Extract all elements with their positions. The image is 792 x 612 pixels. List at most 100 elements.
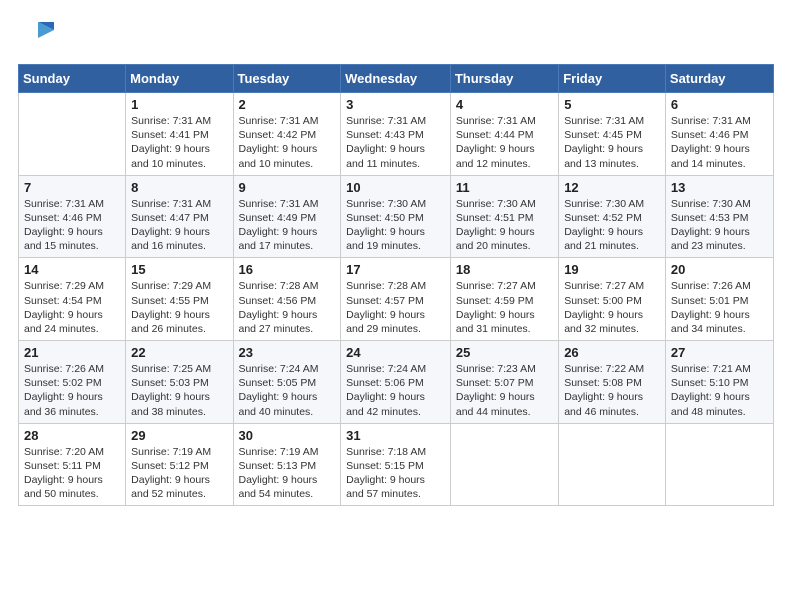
day-info: Sunrise: 7:20 AMSunset: 5:11 PMDaylight:…	[24, 445, 120, 502]
day-number: 7	[24, 180, 120, 195]
calendar-cell: 31Sunrise: 7:18 AMSunset: 5:15 PMDayligh…	[341, 423, 451, 506]
day-number: 30	[239, 428, 336, 443]
calendar-cell: 23 Sunrise: 7:24 AMSunset: 5:05 PMDayligh…	[233, 341, 341, 424]
calendar-cell	[19, 93, 126, 176]
day-info: Sunrise: 7:30 AMSunset: 4:52 PMDaylight:…	[564, 197, 660, 254]
week-row-4: 21 Sunrise: 7:26 AMSunset: 5:02 PMDayligh…	[19, 341, 774, 424]
day-info: Sunrise: 7:31 AMSunset: 4:49 PMDaylight:…	[239, 197, 336, 254]
day-number: 5	[564, 97, 660, 112]
day-number: 17	[346, 262, 445, 277]
day-info: Sunrise: 7:28 AMSunset: 4:56 PMDaylight:…	[239, 279, 336, 336]
calendar-cell: 13 Sunrise: 7:30 AMSunset: 4:53 PMDayligh…	[665, 175, 773, 258]
day-number: 4	[456, 97, 553, 112]
day-number: 27	[671, 345, 768, 360]
day-number: 10	[346, 180, 445, 195]
day-info: Sunrise: 7:30 AMSunset: 4:51 PMDaylight:…	[456, 197, 553, 254]
day-info: Sunrise: 7:26 AMSunset: 5:01 PMDaylight:…	[671, 279, 768, 336]
day-number: 19	[564, 262, 660, 277]
logo-icon	[18, 18, 54, 54]
day-number: 21	[24, 345, 120, 360]
day-number: 20	[671, 262, 768, 277]
calendar-cell: 10 Sunrise: 7:30 AMSunset: 4:50 PMDayligh…	[341, 175, 451, 258]
day-info: Sunrise: 7:31 AMSunset: 4:44 PMDaylight:…	[456, 114, 553, 171]
day-number: 2	[239, 97, 336, 112]
col-header-thursday: Thursday	[450, 65, 558, 93]
calendar-cell: 7 Sunrise: 7:31 AMSunset: 4:46 PMDaylight…	[19, 175, 126, 258]
day-number: 23	[239, 345, 336, 360]
calendar-cell: 20 Sunrise: 7:26 AMSunset: 5:01 PMDayligh…	[665, 258, 773, 341]
day-info: Sunrise: 7:29 AMSunset: 4:54 PMDaylight:…	[24, 279, 120, 336]
day-number: 9	[239, 180, 336, 195]
day-info: Sunrise: 7:25 AMSunset: 5:03 PMDaylight:…	[131, 362, 227, 419]
calendar-cell	[665, 423, 773, 506]
calendar-cell: 4 Sunrise: 7:31 AMSunset: 4:44 PMDaylight…	[450, 93, 558, 176]
calendar-cell: 30 Sunrise: 7:19 AMSunset: 5:13 PMDayligh…	[233, 423, 341, 506]
calendar-cell: 19 Sunrise: 7:27 AMSunset: 5:00 PMDayligh…	[559, 258, 666, 341]
calendar-cell: 18 Sunrise: 7:27 AMSunset: 4:59 PMDayligh…	[450, 258, 558, 341]
calendar-cell	[450, 423, 558, 506]
day-number: 12	[564, 180, 660, 195]
day-info: Sunrise: 7:23 AMSunset: 5:07 PMDaylight:…	[456, 362, 553, 419]
page: SundayMondayTuesdayWednesdayThursdayFrid…	[0, 0, 792, 612]
col-header-sunday: Sunday	[19, 65, 126, 93]
day-info: Sunrise: 7:31 AMSunset: 4:42 PMDaylight:…	[239, 114, 336, 171]
week-row-3: 14 Sunrise: 7:29 AMSunset: 4:54 PMDayligh…	[19, 258, 774, 341]
calendar-cell: 21 Sunrise: 7:26 AMSunset: 5:02 PMDayligh…	[19, 341, 126, 424]
calendar-cell: 6Sunrise: 7:31 AMSunset: 4:46 PMDaylight…	[665, 93, 773, 176]
week-row-5: 28 Sunrise: 7:20 AMSunset: 5:11 PMDayligh…	[19, 423, 774, 506]
day-info: Sunrise: 7:22 AMSunset: 5:08 PMDaylight:…	[564, 362, 660, 419]
day-number: 13	[671, 180, 768, 195]
week-row-1: 1 Sunrise: 7:31 AMSunset: 4:41 PMDaylight…	[19, 93, 774, 176]
day-info: Sunrise: 7:24 AMSunset: 5:06 PMDaylight:…	[346, 362, 445, 419]
day-number: 25	[456, 345, 553, 360]
day-number: 24	[346, 345, 445, 360]
calendar-cell: 12 Sunrise: 7:30 AMSunset: 4:52 PMDayligh…	[559, 175, 666, 258]
day-number: 14	[24, 262, 120, 277]
day-number: 28	[24, 428, 120, 443]
calendar-cell: 29 Sunrise: 7:19 AMSunset: 5:12 PMDayligh…	[126, 423, 233, 506]
col-header-tuesday: Tuesday	[233, 65, 341, 93]
day-info: Sunrise: 7:29 AMSunset: 4:55 PMDaylight:…	[131, 279, 227, 336]
day-number: 15	[131, 262, 227, 277]
day-info: Sunrise: 7:31 AMSunset: 4:45 PMDaylight:…	[564, 114, 660, 171]
calendar-cell: 17 Sunrise: 7:28 AMSunset: 4:57 PMDayligh…	[341, 258, 451, 341]
day-info: Sunrise: 7:21 AMSunset: 5:10 PMDaylight:…	[671, 362, 768, 419]
day-info: Sunrise: 7:31 AMSunset: 4:47 PMDaylight:…	[131, 197, 227, 254]
calendar-cell: 16Sunrise: 7:28 AMSunset: 4:56 PMDayligh…	[233, 258, 341, 341]
day-info: Sunrise: 7:28 AMSunset: 4:57 PMDaylight:…	[346, 279, 445, 336]
calendar-cell: 8Sunrise: 7:31 AMSunset: 4:47 PMDaylight…	[126, 175, 233, 258]
col-header-friday: Friday	[559, 65, 666, 93]
week-row-2: 7 Sunrise: 7:31 AMSunset: 4:46 PMDaylight…	[19, 175, 774, 258]
day-info: Sunrise: 7:19 AMSunset: 5:12 PMDaylight:…	[131, 445, 227, 502]
day-number: 31	[346, 428, 445, 443]
day-info: Sunrise: 7:26 AMSunset: 5:02 PMDaylight:…	[24, 362, 120, 419]
calendar-cell: 3 Sunrise: 7:31 AMSunset: 4:43 PMDaylight…	[341, 93, 451, 176]
col-header-monday: Monday	[126, 65, 233, 93]
day-info: Sunrise: 7:24 AMSunset: 5:05 PMDaylight:…	[239, 362, 336, 419]
day-info: Sunrise: 7:31 AMSunset: 4:46 PMDaylight:…	[24, 197, 120, 254]
calendar-cell: 11Sunrise: 7:30 AMSunset: 4:51 PMDayligh…	[450, 175, 558, 258]
day-info: Sunrise: 7:27 AMSunset: 4:59 PMDaylight:…	[456, 279, 553, 336]
day-number: 26	[564, 345, 660, 360]
day-info: Sunrise: 7:27 AMSunset: 5:00 PMDaylight:…	[564, 279, 660, 336]
day-info: Sunrise: 7:31 AMSunset: 4:46 PMDaylight:…	[671, 114, 768, 171]
calendar-cell: 2 Sunrise: 7:31 AMSunset: 4:42 PMDaylight…	[233, 93, 341, 176]
day-info: Sunrise: 7:30 AMSunset: 4:53 PMDaylight:…	[671, 197, 768, 254]
day-number: 1	[131, 97, 227, 112]
calendar-cell: 15 Sunrise: 7:29 AMSunset: 4:55 PMDayligh…	[126, 258, 233, 341]
calendar-cell	[559, 423, 666, 506]
day-info: Sunrise: 7:19 AMSunset: 5:13 PMDaylight:…	[239, 445, 336, 502]
day-number: 3	[346, 97, 445, 112]
day-number: 29	[131, 428, 227, 443]
col-header-saturday: Saturday	[665, 65, 773, 93]
day-info: Sunrise: 7:30 AMSunset: 4:50 PMDaylight:…	[346, 197, 445, 254]
day-number: 18	[456, 262, 553, 277]
calendar-cell: 25 Sunrise: 7:23 AMSunset: 5:07 PMDayligh…	[450, 341, 558, 424]
logo	[18, 18, 56, 54]
calendar-cell: 22Sunrise: 7:25 AMSunset: 5:03 PMDayligh…	[126, 341, 233, 424]
calendar-cell: 27 Sunrise: 7:21 AMSunset: 5:10 PMDayligh…	[665, 341, 773, 424]
calendar-cell: 24 Sunrise: 7:24 AMSunset: 5:06 PMDayligh…	[341, 341, 451, 424]
header	[18, 18, 774, 54]
day-info: Sunrise: 7:31 AMSunset: 4:43 PMDaylight:…	[346, 114, 445, 171]
day-info: Sunrise: 7:31 AMSunset: 4:41 PMDaylight:…	[131, 114, 227, 171]
